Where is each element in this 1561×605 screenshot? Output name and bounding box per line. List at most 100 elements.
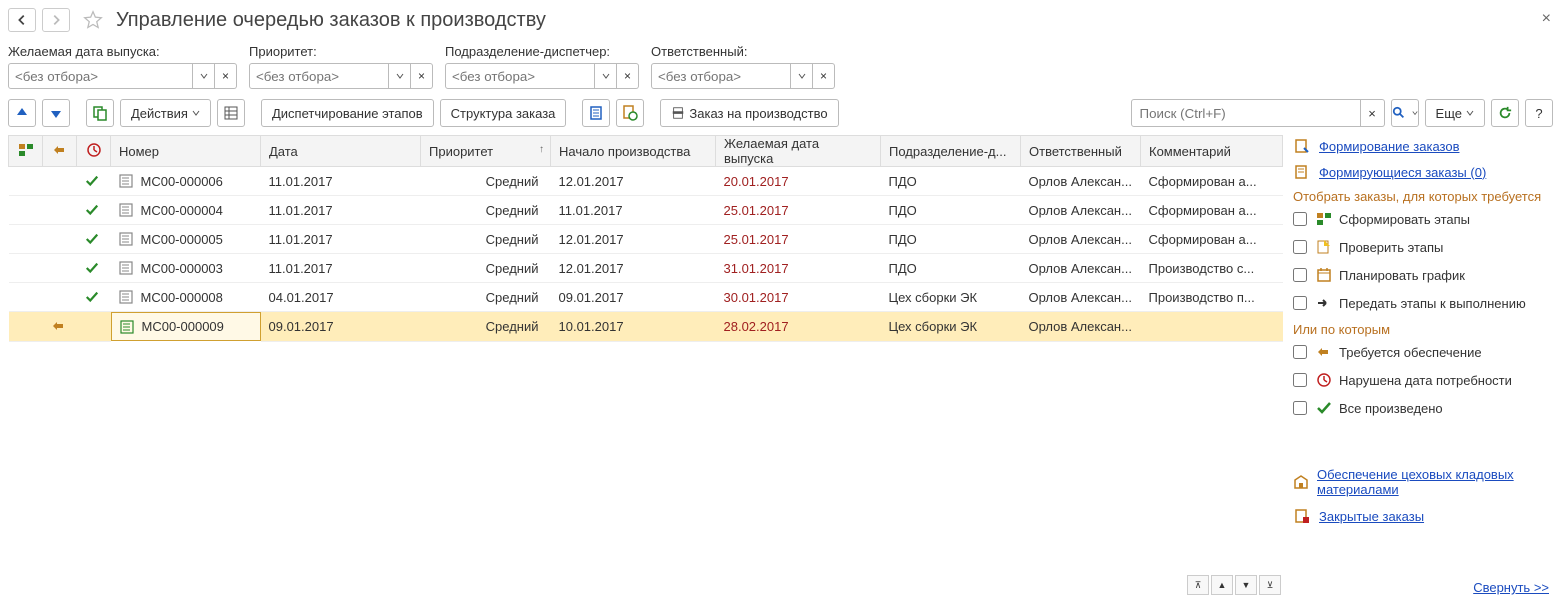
- filter-responsible-clear[interactable]: ×: [813, 63, 835, 89]
- filter-priority-input[interactable]: [249, 63, 389, 89]
- filter-release-date-clear[interactable]: ×: [215, 63, 237, 89]
- document-icon: [119, 290, 135, 304]
- table-row[interactable]: МС00-00000511.01.2017Средний12.01.201725…: [9, 225, 1283, 254]
- search-clear[interactable]: ×: [1361, 99, 1385, 127]
- col-comment[interactable]: Комментарий: [1141, 136, 1283, 167]
- report-button[interactable]: [582, 99, 610, 127]
- order-structure-button[interactable]: Структура заказа: [440, 99, 567, 127]
- filter-priority-dropdown[interactable]: [389, 63, 411, 89]
- col-violation-icon[interactable]: [77, 136, 111, 167]
- chk-check-stages[interactable]: [1293, 240, 1307, 254]
- forming-orders-link[interactable]: Формирующиеся заказы (0): [1319, 165, 1486, 180]
- form-orders-icon: [1293, 137, 1311, 155]
- warehouse-supply-link[interactable]: Обеспечение цеховых кладовых материалами: [1317, 467, 1553, 497]
- filter-release-date-dropdown[interactable]: [193, 63, 215, 89]
- filter-department-label: Подразделение-диспетчер:: [445, 44, 639, 59]
- cell-resp: Орлов Алексан...: [1021, 167, 1141, 196]
- cell-comment: Сформирован а...: [1141, 225, 1283, 254]
- cell-desired: 30.01.2017: [716, 283, 881, 312]
- favorite-star-icon[interactable]: [82, 9, 104, 31]
- search-input[interactable]: [1131, 99, 1361, 127]
- closed-orders-link[interactable]: Закрытые заказы: [1319, 509, 1424, 524]
- cell-number: МС00-000005: [111, 225, 261, 254]
- chk-supply-needed[interactable]: [1293, 345, 1307, 359]
- form-orders-link[interactable]: Формирование заказов: [1319, 139, 1459, 154]
- table-row[interactable]: МС00-00000909.01.2017Средний10.01.201728…: [9, 312, 1283, 342]
- collapse-sidebar-link[interactable]: Свернуть >>: [1473, 580, 1549, 595]
- grid-config-button[interactable]: [217, 99, 245, 127]
- move-down-button[interactable]: [42, 99, 70, 127]
- table-nav-down[interactable]: ▼: [1235, 575, 1257, 595]
- cell-start: 10.01.2017: [551, 312, 716, 342]
- cell-resp: Орлов Алексан...: [1021, 196, 1141, 225]
- cell-number: МС00-000003: [111, 254, 261, 283]
- table-nav-first[interactable]: ⊼: [1187, 575, 1209, 595]
- table-row[interactable]: МС00-00000804.01.2017Средний09.01.201730…: [9, 283, 1283, 312]
- table-row[interactable]: МС00-00000411.01.2017Средний11.01.201725…: [9, 196, 1283, 225]
- filter-department-dropdown[interactable]: [595, 63, 617, 89]
- date-violated-icon: [1315, 371, 1333, 389]
- chk-plan-schedule[interactable]: [1293, 268, 1307, 282]
- chk-pass-stages[interactable]: [1293, 296, 1307, 310]
- cell-date: 04.01.2017: [261, 283, 421, 312]
- document-icon: [119, 203, 135, 217]
- filter-priority-clear[interactable]: ×: [411, 63, 433, 89]
- nav-forward-button[interactable]: [42, 8, 70, 32]
- cell-supply-icon: [43, 283, 77, 312]
- document-button[interactable]: [616, 99, 644, 127]
- cell-comment: Производство с...: [1141, 254, 1283, 283]
- cell-start: 12.01.2017: [551, 225, 716, 254]
- col-supply-icon[interactable]: [43, 136, 77, 167]
- document-icon: [119, 232, 135, 246]
- dispatch-stages-button[interactable]: Диспетчирование этапов: [261, 99, 434, 127]
- cell-resp: Орлов Алексан...: [1021, 283, 1141, 312]
- filter-responsible-dropdown[interactable]: [791, 63, 813, 89]
- filter-release-date-label: Желаемая дата выпуска:: [8, 44, 237, 59]
- col-dept[interactable]: Подразделение-д...: [881, 136, 1021, 167]
- table-row[interactable]: МС00-00000611.01.2017Средний12.01.201720…: [9, 167, 1283, 196]
- cell-dept: ПДО: [881, 196, 1021, 225]
- move-up-button[interactable]: [8, 99, 36, 127]
- more-button[interactable]: Еще: [1425, 99, 1485, 127]
- table-nav-up[interactable]: ▲: [1211, 575, 1233, 595]
- filter-release-date-input[interactable]: [8, 63, 193, 89]
- cell-comment: Производство п...: [1141, 283, 1283, 312]
- close-button[interactable]: ×: [1542, 10, 1551, 28]
- copy-button[interactable]: [86, 99, 114, 127]
- production-order-button[interactable]: Заказ на производство: [660, 99, 838, 127]
- cell-status-icon: [77, 167, 111, 196]
- actions-button[interactable]: Действия: [120, 99, 211, 127]
- chk-date-violated[interactable]: [1293, 373, 1307, 387]
- col-desired[interactable]: Желаемая дата выпуска: [716, 136, 881, 167]
- cell-desired: 20.01.2017: [716, 167, 881, 196]
- table-nav-last[interactable]: ⊻: [1259, 575, 1281, 595]
- col-form-stages-icon[interactable]: [9, 136, 43, 167]
- cell-resp: Орлов Алексан...: [1021, 225, 1141, 254]
- filter-responsible-label: Ответственный:: [651, 44, 835, 59]
- chk-all-produced[interactable]: [1293, 401, 1307, 415]
- plan-schedule-icon: [1315, 266, 1333, 284]
- cell-resp: Орлов Алексан...: [1021, 254, 1141, 283]
- search-dropdown-button[interactable]: [1391, 99, 1419, 127]
- col-number[interactable]: Номер: [111, 136, 261, 167]
- cell-dept: ПДО: [881, 225, 1021, 254]
- refresh-button[interactable]: [1491, 99, 1519, 127]
- col-date[interactable]: Дата: [261, 136, 421, 167]
- filter-department-clear[interactable]: ×: [617, 63, 639, 89]
- cell-date: 11.01.2017: [261, 254, 421, 283]
- sort-asc-icon: ↑: [539, 144, 544, 155]
- filter-responsible-input[interactable]: [651, 63, 791, 89]
- document-icon: [120, 320, 136, 334]
- chk-form-stages[interactable]: [1293, 212, 1307, 226]
- col-priority[interactable]: Приоритет↑: [421, 136, 551, 167]
- cell-number: МС00-000006: [111, 167, 261, 196]
- cell-priority: Средний: [421, 254, 551, 283]
- nav-back-button[interactable]: [8, 8, 36, 32]
- filter-department-input[interactable]: [445, 63, 595, 89]
- col-start[interactable]: Начало производства: [551, 136, 716, 167]
- table-row[interactable]: МС00-00000311.01.2017Средний12.01.201731…: [9, 254, 1283, 283]
- col-resp[interactable]: Ответственный: [1021, 136, 1141, 167]
- cell-dept: ПДО: [881, 254, 1021, 283]
- help-button[interactable]: ?: [1525, 99, 1553, 127]
- cell-start: 11.01.2017: [551, 196, 716, 225]
